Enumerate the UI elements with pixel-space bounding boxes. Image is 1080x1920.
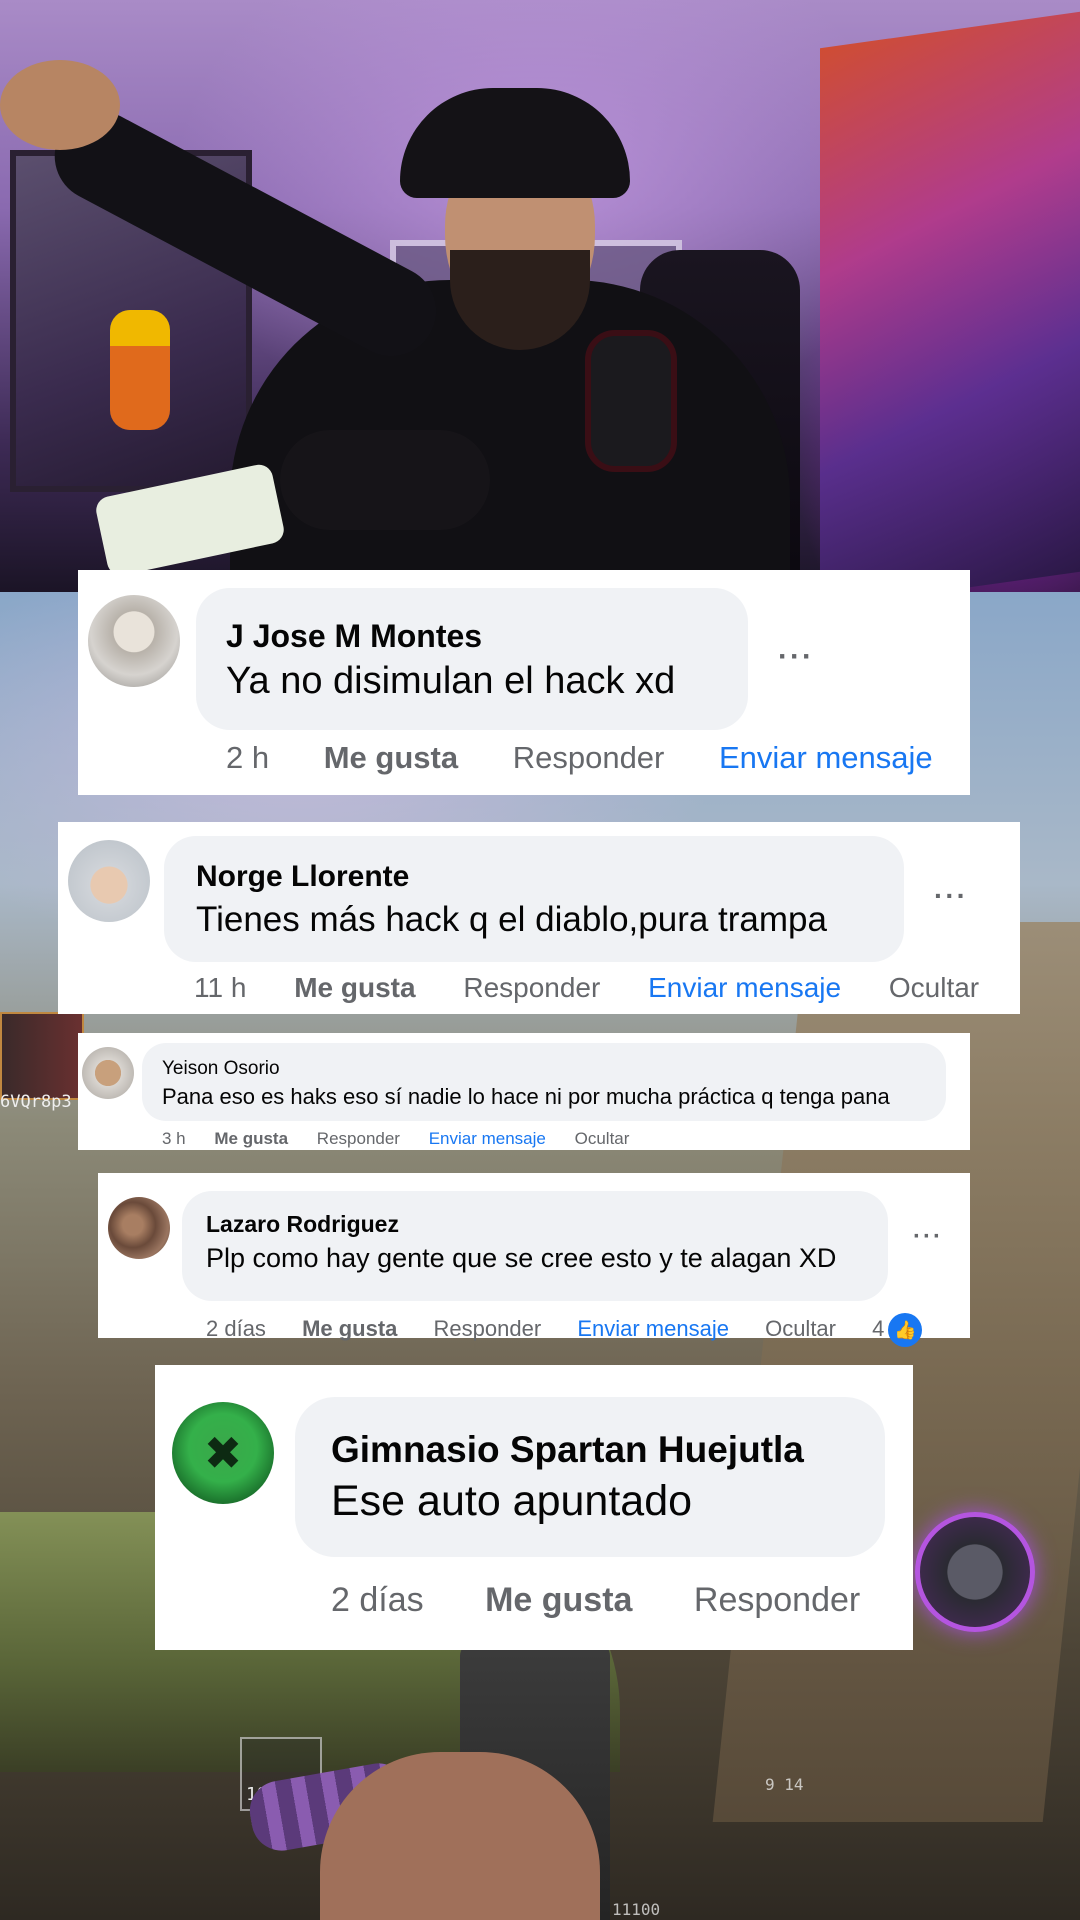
hud-bottom-counter: 11100 (612, 1900, 661, 1919)
send-message-link[interactable]: Enviar mensaje (719, 740, 933, 776)
headphones (585, 330, 677, 472)
comment-time: 2 días (206, 1315, 266, 1341)
hud-rank-badge (0, 1012, 84, 1100)
reply-button[interactable]: Responder (434, 1316, 542, 1342)
avatar[interactable]: ✖ (172, 1402, 274, 1504)
comment-time: 11 h (194, 972, 247, 1003)
comment-author[interactable]: Norge Llorente (196, 860, 409, 894)
like-button[interactable]: Me gusta (302, 1316, 397, 1342)
avatar[interactable] (68, 840, 150, 922)
send-message-link[interactable]: Enviar mensaje (577, 1316, 729, 1342)
hide-button[interactable]: Ocultar (889, 972, 979, 1004)
comment-card: J Jose M Montes Ya no disimulan el hack … (78, 570, 970, 795)
comment-actions: 2 h Me gusta Responder Enviar mensaje (226, 740, 933, 776)
reply-button[interactable]: Responder (463, 972, 600, 1004)
comment-card: Norge Llorente Tienes más hack q el diab… (58, 822, 1020, 1014)
like-button[interactable]: Me gusta (485, 1581, 632, 1620)
comment-text: Plp como hay gente que se cree esto y te… (206, 1243, 837, 1273)
toy-figure (110, 310, 170, 430)
avatar[interactable] (82, 1047, 134, 1099)
hide-button[interactable]: Ocultar (575, 1129, 630, 1149)
reaction-count: 4 (872, 1315, 885, 1341)
streamer-cap (400, 88, 630, 198)
more-options-icon[interactable]: ··· (934, 880, 968, 912)
reply-button[interactable]: Responder (694, 1581, 860, 1620)
streamer-video-frame (0, 0, 1080, 592)
comment-author[interactable]: J Jose M Montes (226, 618, 482, 655)
like-reaction-icon[interactable]: 👍 (888, 1313, 923, 1347)
comment-card: Yeison Osorio Pana eso es haks eso sí na… (78, 1033, 970, 1150)
comment-actions: 2 días Me gusta Responder (331, 1581, 860, 1620)
streamer-hand (0, 60, 120, 150)
like-button[interactable]: Me gusta (294, 972, 415, 1004)
comment-text: Pana eso es haks eso sí nadie lo hace ni… (162, 1084, 890, 1109)
comment-author[interactable]: Yeison Osorio (162, 1058, 280, 1080)
comment-author[interactable]: Lazaro Rodriguez (206, 1211, 399, 1238)
comment-actions: 2 días Me gusta Responder Enviar mensaje… (206, 1313, 923, 1347)
comment-author[interactable]: Gimnasio Spartan Huejutla (331, 1429, 804, 1471)
comment-text: Ese auto apuntado (331, 1477, 693, 1525)
comment-bubble (164, 836, 904, 962)
more-options-icon[interactable]: ··· (913, 1223, 943, 1251)
gym-logo-icon: ✖ (203, 1427, 243, 1479)
comment-time: 2 días (331, 1581, 424, 1619)
wall-painting-right (820, 11, 1080, 592)
comment-text: Ya no disimulan el hack xd (226, 660, 676, 702)
comment-actions: 11 h Me gusta Responder Enviar mensaje O… (194, 972, 979, 1004)
hide-button[interactable]: Ocultar (765, 1316, 836, 1342)
like-button[interactable]: Me gusta (324, 740, 458, 776)
reply-button[interactable]: Responder (317, 1129, 400, 1149)
comment-bubble (196, 588, 748, 730)
hud-stats: 9 14 (765, 1775, 804, 1794)
reply-button[interactable]: Responder (513, 740, 665, 776)
comment-card: Lazaro Rodriguez Plp como hay gente que … (98, 1173, 970, 1347)
equipment-item-icon (915, 1512, 1035, 1632)
comment-actions: 3 h Me gusta Responder Enviar mensaje Oc… (162, 1129, 629, 1149)
comment-time: 3 h (162, 1129, 186, 1148)
comment-card: ✖ Gimnasio Spartan Huejutla Ese auto apu… (155, 1365, 913, 1650)
like-button[interactable]: Me gusta (214, 1129, 288, 1149)
hud-player-tag: 6VQr8p3 (0, 1092, 72, 1112)
more-options-icon[interactable]: ··· (778, 640, 814, 674)
avatar[interactable] (108, 1197, 170, 1259)
comment-time: 2 h (226, 740, 270, 775)
send-message-link[interactable]: Enviar mensaje (648, 972, 841, 1004)
microphone (280, 430, 490, 530)
comment-text: Tienes más hack q el diablo,pura trampa (196, 900, 827, 939)
send-message-link[interactable]: Enviar mensaje (429, 1129, 546, 1149)
avatar[interactable] (88, 595, 180, 687)
